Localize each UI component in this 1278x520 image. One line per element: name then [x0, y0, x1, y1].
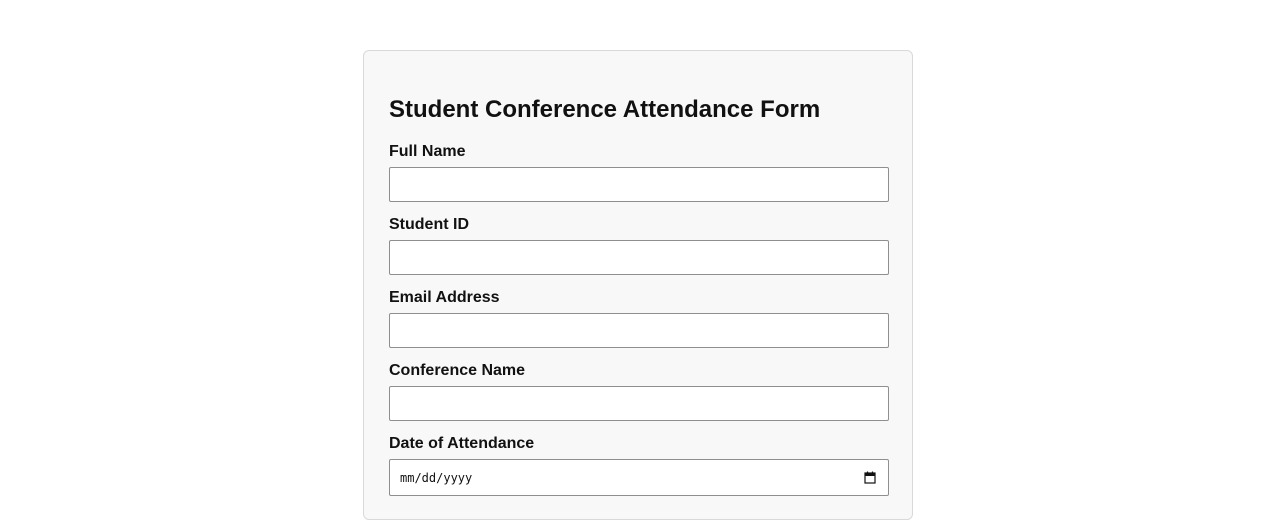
conference-name-label: Conference Name	[389, 362, 526, 379]
calendar-icon[interactable]	[864, 471, 876, 484]
student-id-input[interactable]	[389, 240, 889, 275]
conference-name-input[interactable]	[389, 386, 889, 421]
date-placeholder: mm/dd/yyyy	[400, 471, 473, 485]
email-address-label: Email Address	[389, 289, 500, 306]
full-name-input[interactable]	[389, 167, 889, 202]
email-address-input[interactable]	[389, 313, 889, 348]
form-title: Student Conference Attendance Form	[389, 96, 821, 123]
full-name-label: Full Name	[389, 143, 466, 160]
student-id-label: Student ID	[389, 216, 469, 233]
attendance-date-label: Date of Attendance	[389, 435, 535, 452]
attendance-date-input[interactable]: mm/dd/yyyy	[389, 459, 889, 496]
